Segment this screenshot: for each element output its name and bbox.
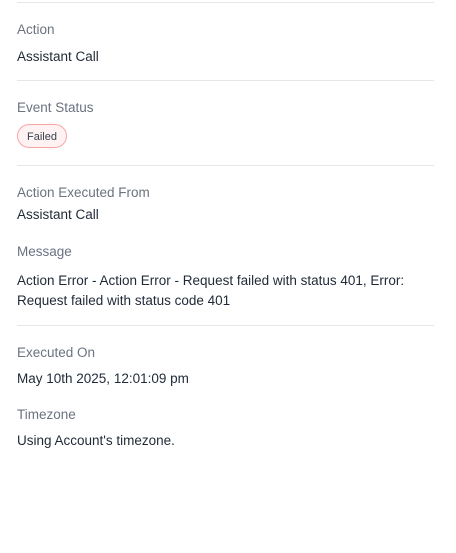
event-status-label: Event Status: [17, 100, 94, 115]
divider: [17, 80, 434, 81]
timezone-value: Using Account's timezone.: [17, 433, 175, 448]
divider: [17, 325, 434, 326]
executed-from-label: Action Executed From: [17, 185, 150, 200]
executed-on-label: Executed On: [17, 345, 96, 360]
action-value: Assistant Call: [17, 49, 99, 64]
divider: [17, 165, 434, 166]
divider: [17, 2, 434, 3]
message-value: Action Error - Action Error - Request fa…: [17, 273, 405, 308]
action-label: Action: [17, 22, 55, 37]
message-label: Message: [17, 244, 72, 259]
timezone-label: Timezone: [17, 407, 76, 422]
executed-on-value: May 10th 2025, 12:01:09 pm: [17, 371, 189, 386]
executed-from-value: Assistant Call: [17, 207, 99, 222]
status-badge: Failed: [17, 124, 67, 148]
